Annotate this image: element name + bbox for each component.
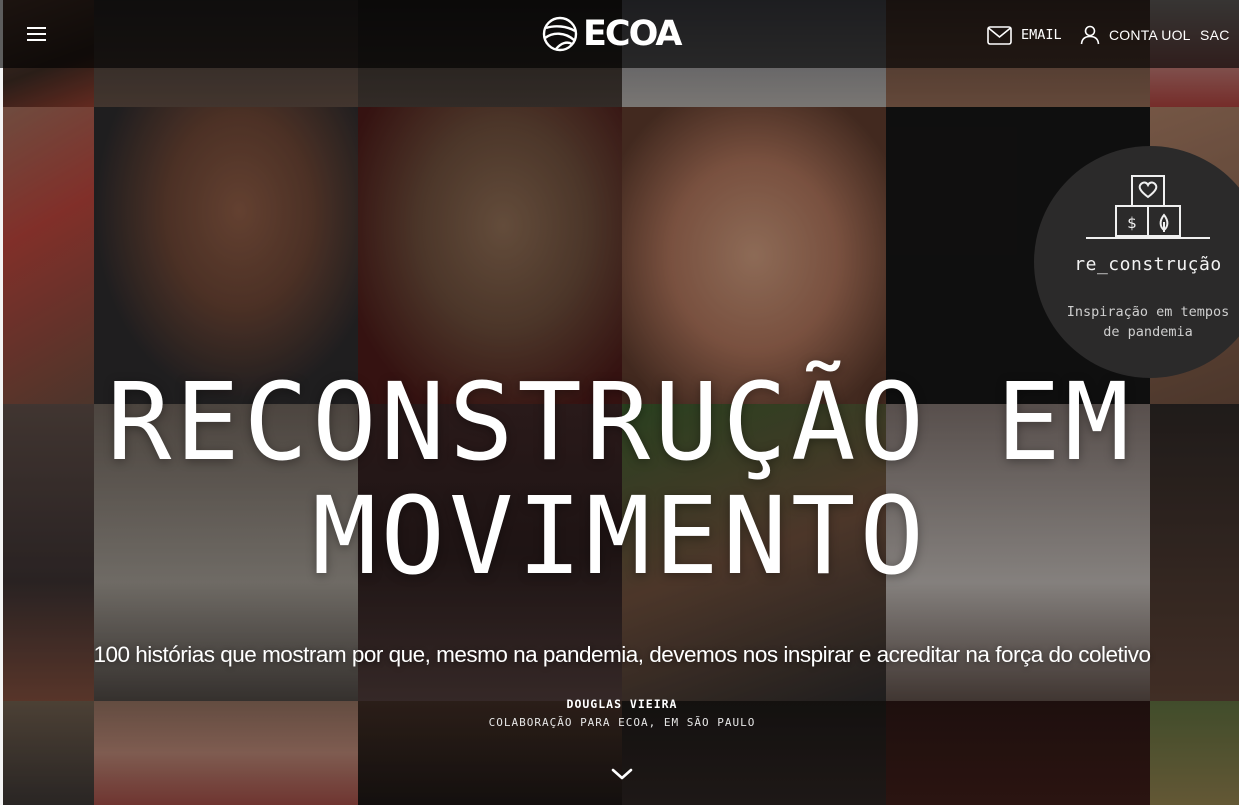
mosaic-photo: [0, 107, 94, 404]
sac-link[interactable]: SAC: [1200, 27, 1230, 43]
page-edge: [0, 0, 3, 805]
blocks-heart-dollar-leaf-icon: $: [1086, 175, 1210, 239]
mosaic-photo-smiling-man: [94, 107, 358, 404]
mosaic-photo-lips: [94, 701, 358, 805]
email-link[interactable]: EMAIL: [987, 22, 1062, 48]
ecoa-logo[interactable]: ECOA: [541, 15, 709, 53]
mosaic-photo: [0, 701, 94, 805]
conta-uol-label: CONTA UOL: [1109, 27, 1191, 43]
envelope-icon: [987, 25, 1012, 45]
hero-subtitle: 100 histórias que mostram por que, mesmo…: [93, 642, 1151, 667]
ecoa-globe-logo-icon: [542, 16, 578, 52]
author-name[interactable]: DOUGLAS VIEIRA: [420, 697, 824, 711]
conta-uol-link[interactable]: CONTA UOL: [1080, 22, 1191, 48]
user-icon: [1080, 25, 1100, 45]
brand-name: ECOA: [583, 14, 682, 54]
mosaic-photo: [886, 701, 1150, 805]
author-credit: COLABORAÇÃO PARA ECOA, EM SÃO PAULO: [488, 716, 756, 729]
hero-title: RECONSTRUÇÃO EM MOVIMENTO: [106, 361, 1134, 599]
hamburger-menu-icon[interactable]: [22, 22, 52, 46]
mosaic-photo-teddy-bear: [358, 107, 622, 404]
chevron-down-icon[interactable]: [610, 766, 634, 782]
top-header: ECOA EMAIL CONTA UOL SAC: [0, 0, 1239, 68]
email-label: EMAIL: [1021, 27, 1062, 43]
badge-title: re_construção: [1074, 254, 1222, 275]
mosaic-photo-necklace: [622, 107, 886, 404]
badge-subtitle: Inspiração em tempos de pandemia: [1066, 304, 1230, 340]
mosaic-photo: [1150, 701, 1239, 805]
svg-text:$: $: [1127, 214, 1137, 232]
